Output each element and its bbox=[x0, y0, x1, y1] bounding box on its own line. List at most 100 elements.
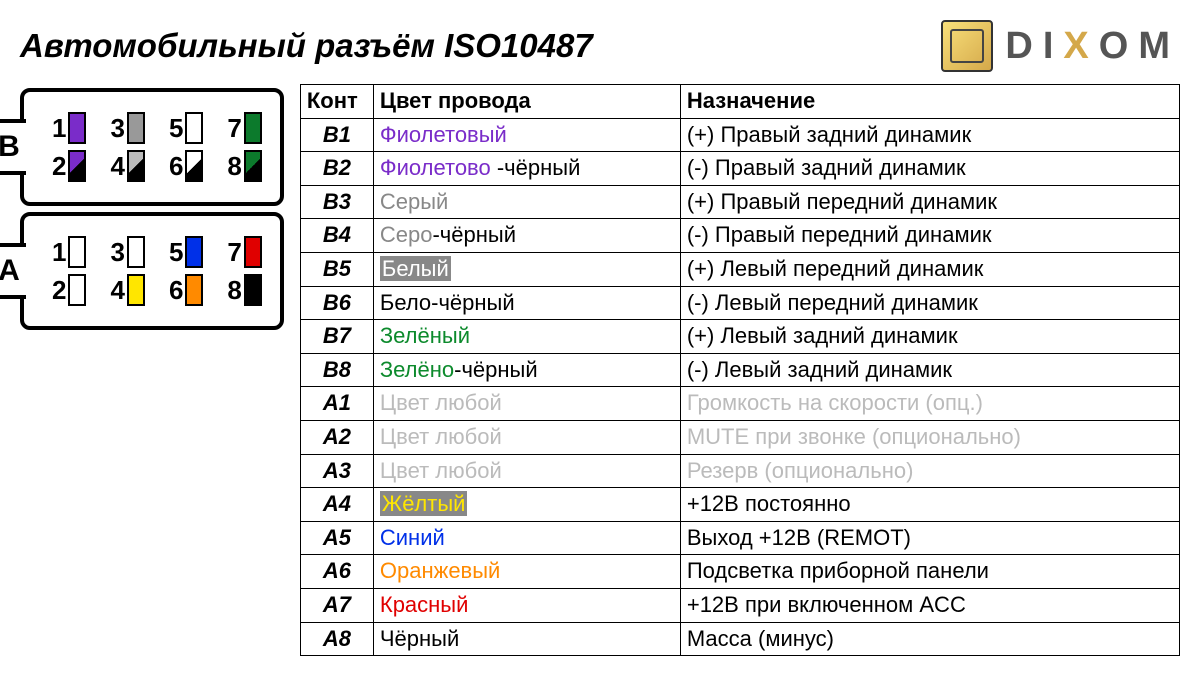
pin-7: 7 bbox=[227, 112, 261, 144]
col-func: Назначение bbox=[680, 85, 1179, 119]
pin-swatch bbox=[127, 274, 145, 306]
pin-6: 6 bbox=[169, 274, 203, 306]
pin-5: 5 bbox=[169, 112, 203, 144]
block-a-row2: 2468 bbox=[52, 274, 262, 306]
pin-swatch bbox=[127, 236, 145, 268]
cell-color: Зелёно-чёрный bbox=[373, 353, 680, 387]
cell-color: Фиолетово -чёрный bbox=[373, 152, 680, 186]
cell-color: Серый bbox=[373, 185, 680, 219]
cell-func: Громкость на скорости (опц.) bbox=[680, 387, 1179, 421]
pin-8: 8 bbox=[227, 274, 261, 306]
cell-pin: A5 bbox=[300, 521, 373, 555]
content: B 1357 2468 A 1357 2468 Конт Цвет провод… bbox=[20, 84, 1180, 656]
cell-pin: A4 bbox=[300, 488, 373, 522]
cell-color: Жёлтый bbox=[373, 488, 680, 522]
pin-swatch bbox=[68, 274, 86, 306]
pin-7: 7 bbox=[227, 236, 261, 268]
table-row: B8Зелёно-чёрный(-) Левый задний динамик bbox=[300, 353, 1179, 387]
cell-func: (-) Правый передний динамик bbox=[680, 219, 1179, 253]
cell-func: (+) Правый передний динамик bbox=[680, 185, 1179, 219]
col-color: Цвет провода bbox=[373, 85, 680, 119]
pinout-table: Конт Цвет провода Назначение B1Фиолетовы… bbox=[300, 84, 1180, 656]
pin-swatch bbox=[185, 150, 203, 182]
table-row: A3Цвет любойРезерв (опционально) bbox=[300, 454, 1179, 488]
cell-func: MUTE при звонке (опционально) bbox=[680, 420, 1179, 454]
pin-4: 4 bbox=[110, 274, 144, 306]
pin-swatch bbox=[244, 112, 262, 144]
table-row: B4Серо-чёрный(-) Правый передний динамик bbox=[300, 219, 1179, 253]
cell-color: Цвет любой bbox=[373, 387, 680, 421]
cell-pin: B8 bbox=[300, 353, 373, 387]
table-row: A6ОранжевыйПодсветка приборной панели bbox=[300, 555, 1179, 589]
cell-color: Чёрный bbox=[373, 622, 680, 656]
page-title: Автомобильный разъём ISO10487 bbox=[20, 27, 593, 65]
cell-pin: A7 bbox=[300, 588, 373, 622]
cell-func: Выход +12В (REMOT) bbox=[680, 521, 1179, 555]
table-row: A7Красный+12В при включенном ACC bbox=[300, 588, 1179, 622]
table-row: B2Фиолетово -чёрный(-) Правый задний дин… bbox=[300, 152, 1179, 186]
cell-pin: B1 bbox=[300, 118, 373, 152]
cell-func: (-) Левый передний динамик bbox=[680, 286, 1179, 320]
block-b: B 1357 2468 bbox=[20, 88, 284, 206]
pin-3: 3 bbox=[110, 112, 144, 144]
cell-func: (-) Правый задний динамик bbox=[680, 152, 1179, 186]
cell-pin: A3 bbox=[300, 454, 373, 488]
table-row: B5Белый(+) Левый передний динамик bbox=[300, 252, 1179, 286]
pin-1: 1 bbox=[52, 236, 86, 268]
block-a-row1: 1357 bbox=[52, 236, 262, 268]
cell-func: Масса (минус) bbox=[680, 622, 1179, 656]
cell-color: Серо-чёрный bbox=[373, 219, 680, 253]
cell-pin: B4 bbox=[300, 219, 373, 253]
cell-func: Резерв (опционально) bbox=[680, 454, 1179, 488]
cell-func: (-) Левый задний динамик bbox=[680, 353, 1179, 387]
cell-pin: B3 bbox=[300, 185, 373, 219]
pin-2: 2 bbox=[52, 274, 86, 306]
cell-color: Красный bbox=[373, 588, 680, 622]
pin-swatch bbox=[244, 150, 262, 182]
pin-5: 5 bbox=[169, 236, 203, 268]
block-a-label: A bbox=[0, 243, 26, 299]
block-b-row2: 2468 bbox=[52, 150, 262, 182]
pin-swatch bbox=[185, 236, 203, 268]
cell-pin: A2 bbox=[300, 420, 373, 454]
cell-color: Белый bbox=[373, 252, 680, 286]
cell-func: +12В постоянно bbox=[680, 488, 1179, 522]
block-a: A 1357 2468 bbox=[20, 212, 284, 330]
cell-color: Бело-чёрный bbox=[373, 286, 680, 320]
pin-6: 6 bbox=[169, 150, 203, 182]
table-row: B7Зелёный(+) Левый задний динамик bbox=[300, 320, 1179, 354]
cell-color: Синий bbox=[373, 521, 680, 555]
block-b-label: B bbox=[0, 119, 26, 175]
cell-color: Зелёный bbox=[373, 320, 680, 354]
block-b-row1: 1357 bbox=[52, 112, 262, 144]
connector-diagram: B 1357 2468 A 1357 2468 bbox=[20, 88, 284, 336]
cell-func: (+) Правый задний динамик bbox=[680, 118, 1179, 152]
cell-func: +12В при включенном ACC bbox=[680, 588, 1179, 622]
table-row: A4Жёлтый+12В постоянно bbox=[300, 488, 1179, 522]
table-row: A8ЧёрныйМасса (минус) bbox=[300, 622, 1179, 656]
cell-pin: B7 bbox=[300, 320, 373, 354]
pin-swatch bbox=[244, 274, 262, 306]
cell-pin: A8 bbox=[300, 622, 373, 656]
cell-func: (+) Левый задний динамик bbox=[680, 320, 1179, 354]
table-row: B6Бело-чёрный(-) Левый передний динамик bbox=[300, 286, 1179, 320]
header: Автомобильный разъём ISO10487 DIXOM bbox=[20, 20, 1180, 72]
logo: DIXOM bbox=[941, 20, 1180, 72]
cell-color: Фиолетовый bbox=[373, 118, 680, 152]
table-header-row: Конт Цвет провода Назначение bbox=[300, 85, 1179, 119]
pin-1: 1 bbox=[52, 112, 86, 144]
pin-swatch bbox=[68, 236, 86, 268]
table-row: A1Цвет любойГромкость на скорости (опц.) bbox=[300, 387, 1179, 421]
col-pin: Конт bbox=[300, 85, 373, 119]
cell-pin: A6 bbox=[300, 555, 373, 589]
pin-swatch bbox=[185, 274, 203, 306]
table-body: B1Фиолетовый(+) Правый задний динамикB2Ф… bbox=[300, 118, 1179, 656]
logo-text: DIXOM bbox=[1005, 25, 1180, 68]
table-row: A2Цвет любойMUTE при звонке (опционально… bbox=[300, 420, 1179, 454]
pin-4: 4 bbox=[110, 150, 144, 182]
pin-3: 3 bbox=[110, 236, 144, 268]
cell-color: Оранжевый bbox=[373, 555, 680, 589]
pin-swatch bbox=[185, 112, 203, 144]
cell-pin: B2 bbox=[300, 152, 373, 186]
table-row: A5СинийВыход +12В (REMOT) bbox=[300, 521, 1179, 555]
